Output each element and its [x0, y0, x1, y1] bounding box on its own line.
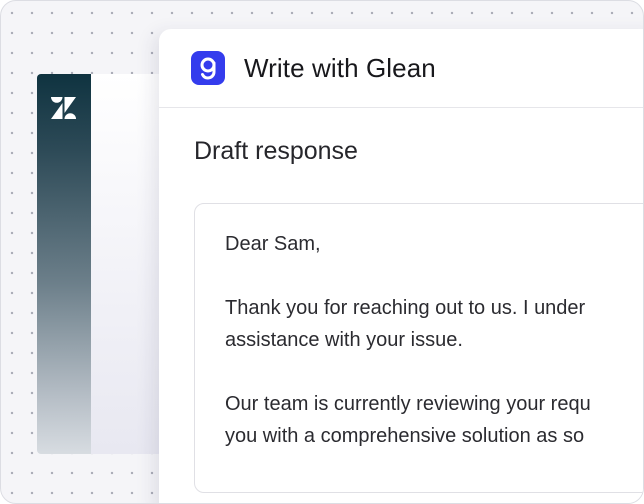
draft-paragraph-1-line-1: Thank you for reaching out to us. I unde… — [225, 297, 586, 319]
app-frame: Write with Glean Draft response Dear Sam… — [0, 0, 644, 504]
write-with-glean-panel: Write with Glean Draft response Dear Sam… — [159, 29, 643, 503]
draft-paragraph-1: Thank you for reaching out to us. I unde… — [225, 292, 643, 356]
ticket-list-panel — [91, 74, 161, 454]
draft-response-box[interactable]: Dear Sam, Thank you for reaching out to … — [194, 203, 643, 493]
zendesk-icon[interactable] — [50, 96, 77, 120]
panel-title: Write with Glean — [244, 52, 436, 83]
draft-greeting-line: Dear Sam, — [225, 233, 321, 255]
panel-header: Write with Glean — [159, 29, 643, 108]
draft-paragraph-2-line-1: Our team is currently reviewing your req… — [225, 393, 591, 415]
draft-response-text[interactable]: Dear Sam, Thank you for reaching out to … — [225, 228, 643, 484]
zendesk-sidebar — [37, 74, 91, 454]
draft-greeting: Dear Sam, — [225, 228, 643, 260]
draft-paragraph-2-line-2: you with a comprehensive solution as so — [225, 425, 585, 447]
draft-paragraph-1-line-2: assistance with your issue. — [225, 329, 463, 351]
draft-response-heading: Draft response — [194, 137, 358, 165]
draft-paragraph-2: Our team is currently reviewing your req… — [225, 388, 643, 452]
glean-icon — [191, 51, 225, 85]
